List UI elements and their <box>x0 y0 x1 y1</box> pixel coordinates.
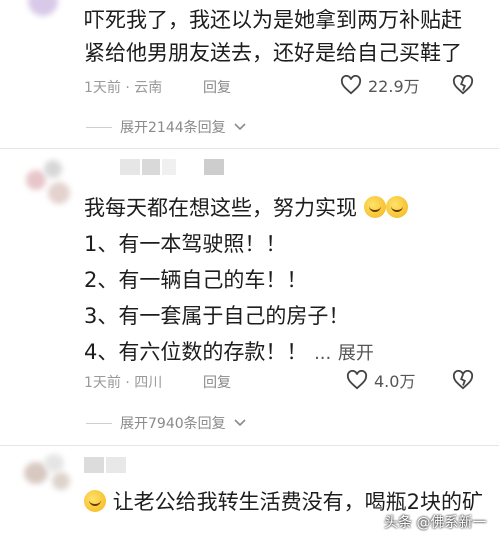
comment-line-text: 我每天都在想这些，努力实现 <box>84 196 357 220</box>
laughing-tears-emoji <box>385 196 408 218</box>
heart-broken-icon[interactable] <box>452 370 474 390</box>
comment-line: 2、有一辆自己的车！！ <box>84 268 308 292</box>
avatar[interactable] <box>26 160 74 206</box>
expand-replies[interactable]: 展开2144条回复 <box>86 117 246 137</box>
section-divider <box>0 445 499 446</box>
avatar[interactable] <box>28 0 58 16</box>
expand-replies[interactable]: 展开7940条回复 <box>86 413 246 433</box>
watermark: 头条 @佛系新一 <box>384 515 487 531</box>
like-button[interactable]: 22.9万 <box>340 73 420 97</box>
comment-meta: 1天前 · 四川 <box>84 375 163 391</box>
username[interactable] <box>84 457 204 473</box>
username[interactable] <box>120 159 240 175</box>
comment-line: 吓死我了，我还以为是她拿到两万补贴赶 <box>84 8 462 32</box>
chevron-down-icon <box>234 419 246 427</box>
heart-outline-icon <box>346 370 368 390</box>
like-button[interactable]: 4.0万 <box>346 368 415 392</box>
comment-text: 吓死我了，我还以为是她拿到两万补贴赶 紧给他男朋友送去，还好是给自己买鞋了 <box>84 4 462 70</box>
chevron-down-icon <box>234 123 246 131</box>
expand-replies-label: 展开2144条回复 <box>120 120 226 136</box>
like-count: 22.9万 <box>368 77 420 96</box>
ellipsis: ... <box>314 343 332 364</box>
comment-line: 4、有六位数的存款！！ ... 展开 <box>84 334 408 372</box>
reply-button[interactable]: 回复 <box>203 372 231 392</box>
expand-text-button[interactable]: 展开 <box>338 343 374 364</box>
heart-broken-icon[interactable] <box>452 75 474 95</box>
avatar[interactable] <box>24 454 76 494</box>
comment-line-text: 让老公给我转生活费没有，喝瓶2块的矿 <box>112 490 484 514</box>
comment-line: 紧给他男朋友送去，还好是给自己买鞋了 <box>84 41 462 65</box>
heart-outline-icon <box>340 75 362 95</box>
smile-emoji <box>84 490 106 512</box>
reply-button[interactable]: 回复 <box>203 77 231 97</box>
comment-text: 我每天都在想这些，努力实现 1、有一本驾驶照！！ 2、有一辆自己的车！！ 3、有… <box>84 190 408 372</box>
divider-line <box>86 126 112 128</box>
comment-line: 1、有一本驾驶照！！ <box>84 232 287 256</box>
like-count: 4.0万 <box>374 372 416 391</box>
laughing-tears-emoji <box>363 196 386 218</box>
comment-line: 3、有一套属于自己的房子！ <box>84 304 350 328</box>
expand-replies-label: 展开7940条回复 <box>120 416 226 432</box>
comment-meta: 1天前 · 云南 <box>84 80 163 96</box>
comment-line-text: 4、有六位数的存款！！ <box>84 340 308 364</box>
comment-line: 我每天都在想这些，努力实现 <box>84 190 408 226</box>
section-divider <box>0 148 499 149</box>
divider-line <box>86 422 112 424</box>
